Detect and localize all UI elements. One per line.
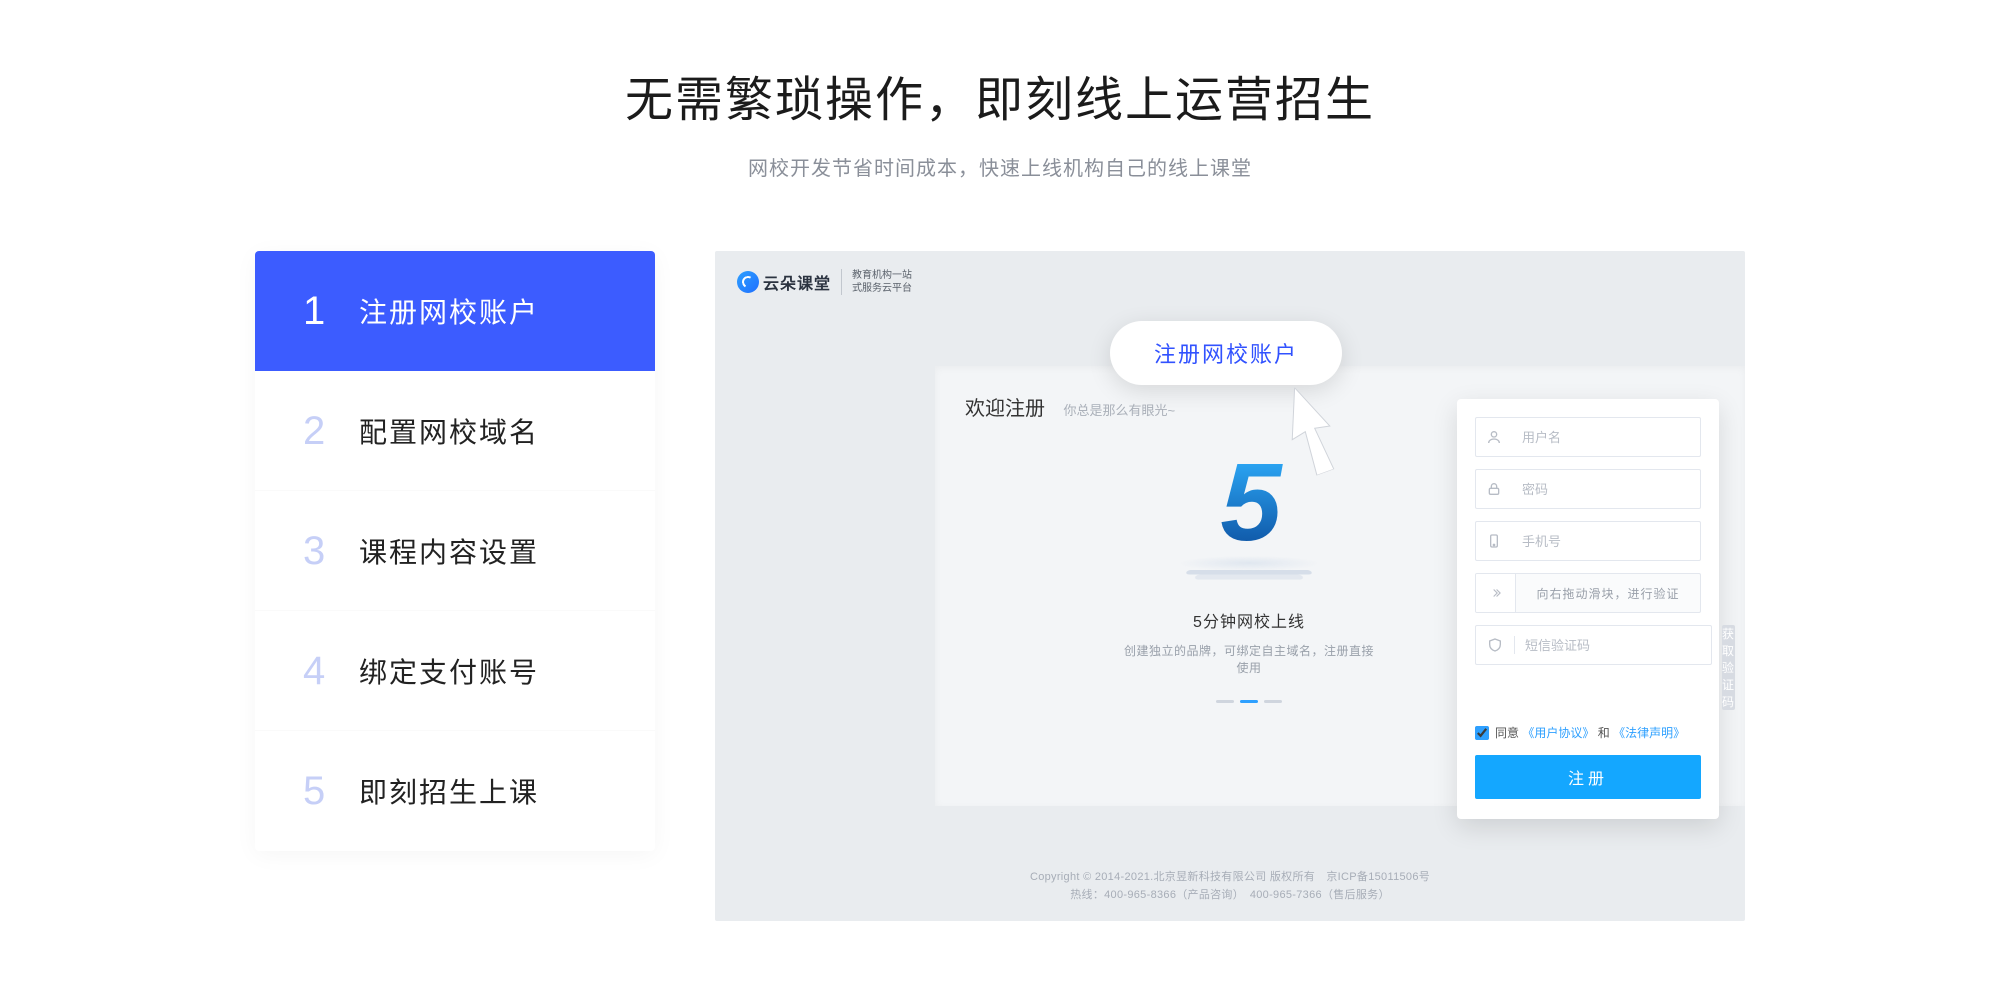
step-label: 配置网校域名 [359, 411, 539, 451]
hero-illustration: 5 5分钟网校上线 创建独立的品牌，可绑定自主域名，注册直接使用 [1119, 448, 1379, 703]
step-label: 课程内容设置 [359, 531, 539, 571]
divider [841, 269, 842, 295]
step-3[interactable]: 3 课程内容设置 [255, 491, 655, 611]
password-input[interactable] [1522, 482, 1698, 497]
dot-active[interactable] [1240, 700, 1258, 703]
step-number: 3 [303, 529, 359, 574]
carousel-dots [1119, 700, 1379, 703]
step-label: 即刻招生上课 [359, 771, 539, 811]
sms-code-input[interactable] [1525, 638, 1701, 653]
step-2[interactable]: 2 配置网校域名 [255, 371, 655, 491]
signup-form: 向右拖动滑块，进行验证 获取验证码 同意 《用户协议》 和 [1457, 399, 1719, 819]
password-field[interactable] [1475, 469, 1701, 509]
icp-number: 京ICP备15011506号 [1326, 871, 1430, 883]
step-number: 5 [303, 769, 359, 814]
dot[interactable] [1216, 700, 1234, 703]
copyright: Copyright © 2014-2021.北京昱新科技有限公司 版权所有 京I… [715, 868, 1745, 905]
get-code-button[interactable]: 获取验证码 [1722, 625, 1735, 710]
phone-icon [1486, 532, 1502, 550]
phone-input[interactable] [1522, 534, 1698, 549]
sms-code-field[interactable] [1475, 625, 1712, 665]
agree-row[interactable]: 同意 《用户协议》 和 《法律声明》 [1475, 724, 1701, 741]
illustration-sub: 创建独立的品牌，可绑定自主域名，注册直接使用 [1119, 642, 1379, 676]
step-label: 注册网校账户 [359, 291, 539, 331]
brand-tagline: 教育机构一站 式服务云平台 [852, 269, 912, 295]
step-nav: 1 注册网校账户 2 配置网校域名 3 课程内容设置 4 绑定支付账号 5 即刻… [255, 251, 655, 851]
username-field[interactable] [1475, 417, 1701, 457]
brand-logo: 云朵课堂 [737, 270, 831, 294]
user-icon [1486, 428, 1502, 446]
step-label: 绑定支付账号 [359, 651, 539, 691]
welcome-slogan: 你总是那么有眼光~ [1063, 403, 1175, 418]
step-4[interactable]: 4 绑定支付账号 [255, 611, 655, 731]
signup-submit-button[interactable]: 注册 [1475, 755, 1701, 799]
brand-name: 云朵课堂 [763, 270, 831, 294]
divider [1514, 636, 1515, 654]
hero-section: 无需繁琐操作，即刻线上运营招生 网校开发节省时间成本，快速上线机构自己的线上课堂 [0, 0, 2000, 181]
agree-checkbox[interactable] [1475, 726, 1489, 740]
illustration-caption: 5分钟网校上线 [1119, 608, 1379, 632]
step-number: 1 [303, 289, 359, 334]
cloud-logo-icon [737, 271, 759, 293]
user-agreement-link[interactable]: 《用户协议》 [1522, 726, 1594, 740]
slider-captcha[interactable]: 向右拖动滑块，进行验证 [1475, 573, 1701, 613]
step-number: 4 [303, 649, 359, 694]
username-input[interactable] [1522, 430, 1698, 445]
step-number: 2 [303, 409, 359, 454]
preview-panel: 云朵课堂 教育机构一站 式服务云平台 欢迎注册 你总是那么有眼光~ 已有账号? … [715, 251, 1745, 921]
platform-shadow-icon [1174, 556, 1324, 571]
tooltip-pill: 注册网校账户 [1110, 321, 1342, 385]
hero-subtitle: 网校开发节省时间成本，快速上线机构自己的线上课堂 [0, 152, 2000, 181]
shield-icon [1486, 636, 1504, 654]
hero-title: 无需繁琐操作，即刻线上运营招生 [0, 60, 2000, 130]
legal-statement-link[interactable]: 《法律声明》 [1613, 726, 1685, 740]
lock-icon [1486, 480, 1502, 498]
slider-handle-icon[interactable] [1476, 574, 1516, 612]
slider-text: 向右拖动滑块，进行验证 [1516, 585, 1700, 602]
brand-block: 云朵课堂 教育机构一站 式服务云平台 [737, 269, 912, 295]
phone-field[interactable] [1475, 521, 1701, 561]
welcome-title: 欢迎注册 [965, 392, 1045, 421]
dot[interactable] [1264, 700, 1282, 703]
step-5[interactable]: 5 即刻招生上课 [255, 731, 655, 851]
step-1[interactable]: 1 注册网校账户 [255, 251, 655, 371]
